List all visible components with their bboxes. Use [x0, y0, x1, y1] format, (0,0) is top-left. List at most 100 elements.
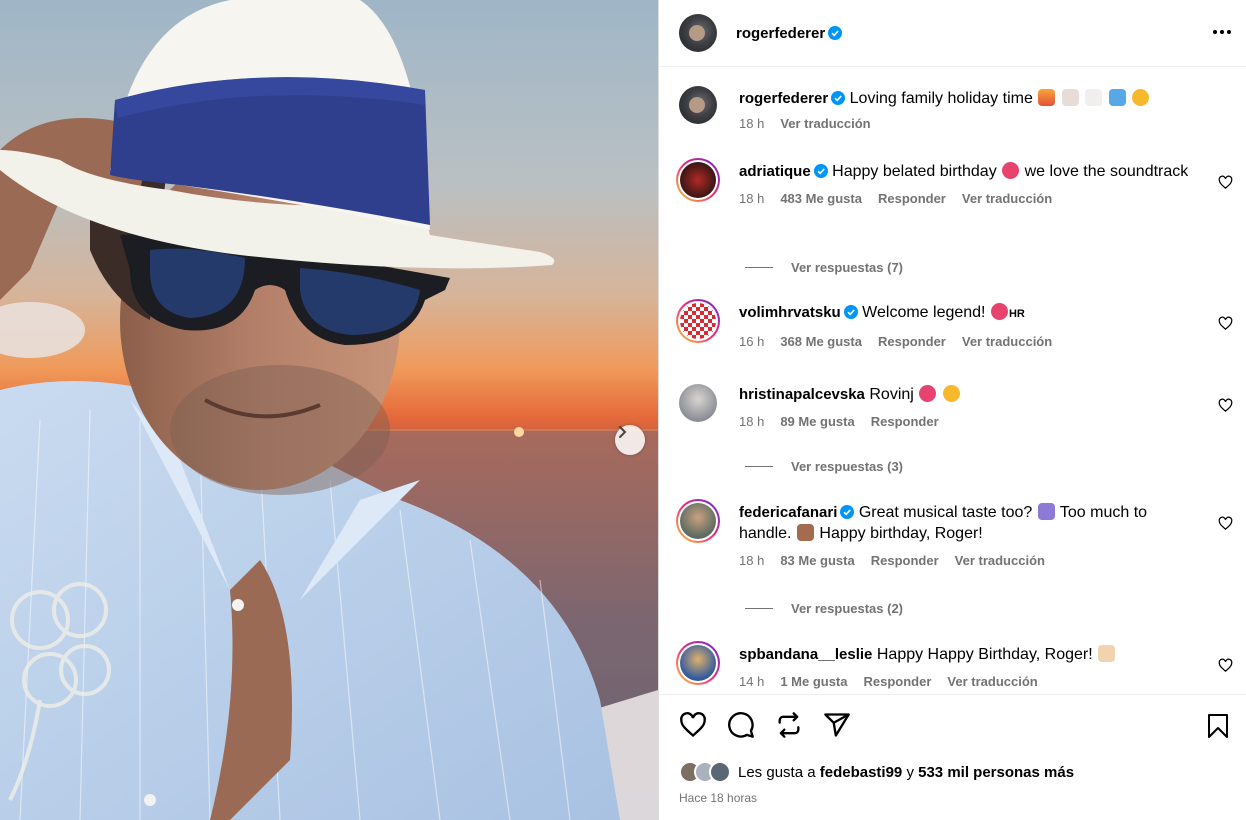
translate-link[interactable]: Ver traducción — [947, 674, 1037, 689]
comment-time: 16 h — [739, 334, 765, 349]
post-photo[interactable] — [0, 0, 658, 820]
bicycle-emoji-icon — [1085, 89, 1103, 106]
heart-emoji-icon — [990, 303, 1008, 320]
post-footer: Les gusta a fedebasti99 y 533 mil person… — [659, 694, 1246, 820]
author-avatar[interactable] — [679, 14, 717, 52]
post-header: rogerfederer — [659, 0, 1246, 67]
heart-emoji-icon — [1002, 162, 1020, 179]
comment-text: Great musical taste too? — [858, 504, 1033, 521]
reply-button[interactable]: Responder — [871, 414, 939, 429]
comment-likes[interactable]: 89 Me gusta — [780, 414, 854, 429]
more-options-button[interactable] — [1210, 22, 1234, 42]
likes-count[interactable]: 533 mil personas más — [918, 764, 1074, 781]
liker-avatar[interactable] — [709, 761, 731, 783]
more-icon-dot — [1213, 30, 1217, 34]
story-ring[interactable] — [676, 299, 720, 343]
photo-illustration — [0, 0, 658, 820]
comment-username[interactable]: hristinapalcevska — [739, 386, 865, 403]
chevron-right-icon — [619, 426, 627, 438]
comment-text: we love the soundtrack — [1024, 163, 1189, 180]
cake-emoji-icon — [1098, 645, 1116, 662]
heart-icon[interactable] — [1218, 658, 1233, 673]
likes-summary: Les gusta a fedebasti99 y 533 mil person… — [679, 761, 1074, 783]
comment-username[interactable]: federicafanari — [739, 504, 837, 521]
comment-text: Rovinj — [869, 386, 914, 403]
likes-conjunction: y — [906, 763, 914, 781]
heart-icon[interactable] — [1218, 175, 1233, 190]
comment-likes[interactable]: 483 Me gusta — [780, 191, 862, 206]
reply-button[interactable]: Responder — [864, 674, 932, 689]
heart-eyes-emoji-icon — [942, 385, 960, 402]
comment-text: Welcome legend! — [862, 304, 986, 321]
heart-emoji-icon — [919, 385, 937, 402]
translate-link[interactable]: Ver traducción — [955, 553, 1045, 568]
heart-icon[interactable] — [1218, 516, 1233, 531]
comment-time: 18 h — [739, 414, 765, 429]
sunset-emoji-icon — [1038, 89, 1056, 106]
flag-text: HR — [1008, 308, 1025, 320]
comment-item: volimhrvatsku Welcome legend! HR 16 h 36… — [676, 299, 1239, 349]
beach-emoji-icon — [1061, 89, 1079, 106]
heart-icon — [680, 712, 706, 738]
story-ring[interactable] — [676, 499, 720, 543]
repost-icon — [778, 712, 800, 738]
comment-text: Happy birthday, Roger! — [819, 525, 983, 542]
liker-username[interactable]: fedebasti99 — [820, 764, 903, 781]
more-icon-dot — [1220, 30, 1224, 34]
repost-button[interactable] — [775, 711, 803, 739]
save-button[interactable] — [1206, 713, 1230, 739]
comment-likes[interactable]: 83 Me gusta — [780, 553, 854, 568]
music-notes-emoji-icon — [1037, 503, 1055, 520]
reply-button[interactable]: Responder — [871, 553, 939, 568]
comment-username[interactable]: adriatique — [739, 163, 811, 180]
likes-prefix: Les gusta a — [738, 763, 816, 781]
comment-item: hristinapalcevska Rovinj 18 h 89 Me gust… — [679, 384, 1239, 429]
comment-avatar[interactable] — [679, 384, 717, 422]
comment-time: 18 h — [739, 553, 765, 568]
translate-link[interactable]: Ver traducción — [962, 334, 1052, 349]
comment-item: federicafanari Great musical taste too? … — [676, 499, 1239, 568]
bookmark-icon — [1208, 714, 1228, 738]
author-username[interactable]: rogerfederer — [736, 25, 825, 42]
action-bar — [679, 711, 851, 739]
verified-icon — [831, 91, 846, 105]
comments-list[interactable]: rogerfederer Loving family holiday time … — [659, 68, 1246, 694]
view-replies-button[interactable]: Ver respuestas (2) — [745, 601, 903, 616]
more-icon-dot — [1227, 30, 1231, 34]
comment-icon — [728, 712, 754, 738]
comment-username[interactable]: spbandana__leslie — [739, 646, 872, 663]
comment-text: Happy Happy Birthday, Roger! — [876, 646, 1093, 663]
view-replies-button[interactable]: Ver respuestas (3) — [745, 459, 903, 474]
caption-avatar[interactable] — [679, 86, 717, 124]
story-ring[interactable] — [676, 158, 720, 202]
reply-button[interactable]: Responder — [878, 191, 946, 206]
comment-username[interactable]: volimhrvatsku — [739, 304, 841, 321]
translate-link[interactable]: Ver traducción — [780, 116, 870, 131]
reply-button[interactable]: Responder — [878, 334, 946, 349]
view-replies-button[interactable]: Ver respuestas (7) — [745, 260, 903, 275]
share-button[interactable] — [823, 711, 851, 739]
caption-text: Loving family holiday time — [849, 90, 1033, 107]
comment-likes[interactable]: 1 Me gusta — [780, 674, 847, 689]
hand-emoji-icon — [796, 524, 814, 541]
heart-icon[interactable] — [1218, 316, 1233, 331]
comment-time: 14 h — [739, 674, 765, 689]
comment-item: spbandana__leslie Happy Happy Birthday, … — [676, 641, 1239, 689]
translate-link[interactable]: Ver traducción — [962, 191, 1052, 206]
verified-icon — [840, 505, 855, 519]
post-side-panel: rogerfederer rogerfederer Loving family … — [658, 0, 1246, 820]
story-ring[interactable] — [676, 641, 720, 685]
wave-emoji-icon — [1108, 89, 1126, 106]
caption-time: 18 h — [739, 116, 765, 131]
next-image-button[interactable] — [615, 425, 645, 455]
comment-likes[interactable]: 368 Me gusta — [780, 334, 862, 349]
verified-icon — [828, 26, 843, 40]
post-timestamp[interactable]: Hace 18 horas — [679, 791, 757, 805]
comment-button[interactable] — [727, 711, 755, 739]
heart-icon[interactable] — [1218, 398, 1233, 413]
like-button[interactable] — [679, 711, 707, 739]
share-icon — [824, 713, 850, 737]
caption: rogerfederer Loving family holiday time … — [679, 86, 1239, 131]
caption-username[interactable]: rogerfederer — [739, 90, 828, 107]
sun-emoji-icon — [1132, 89, 1150, 106]
